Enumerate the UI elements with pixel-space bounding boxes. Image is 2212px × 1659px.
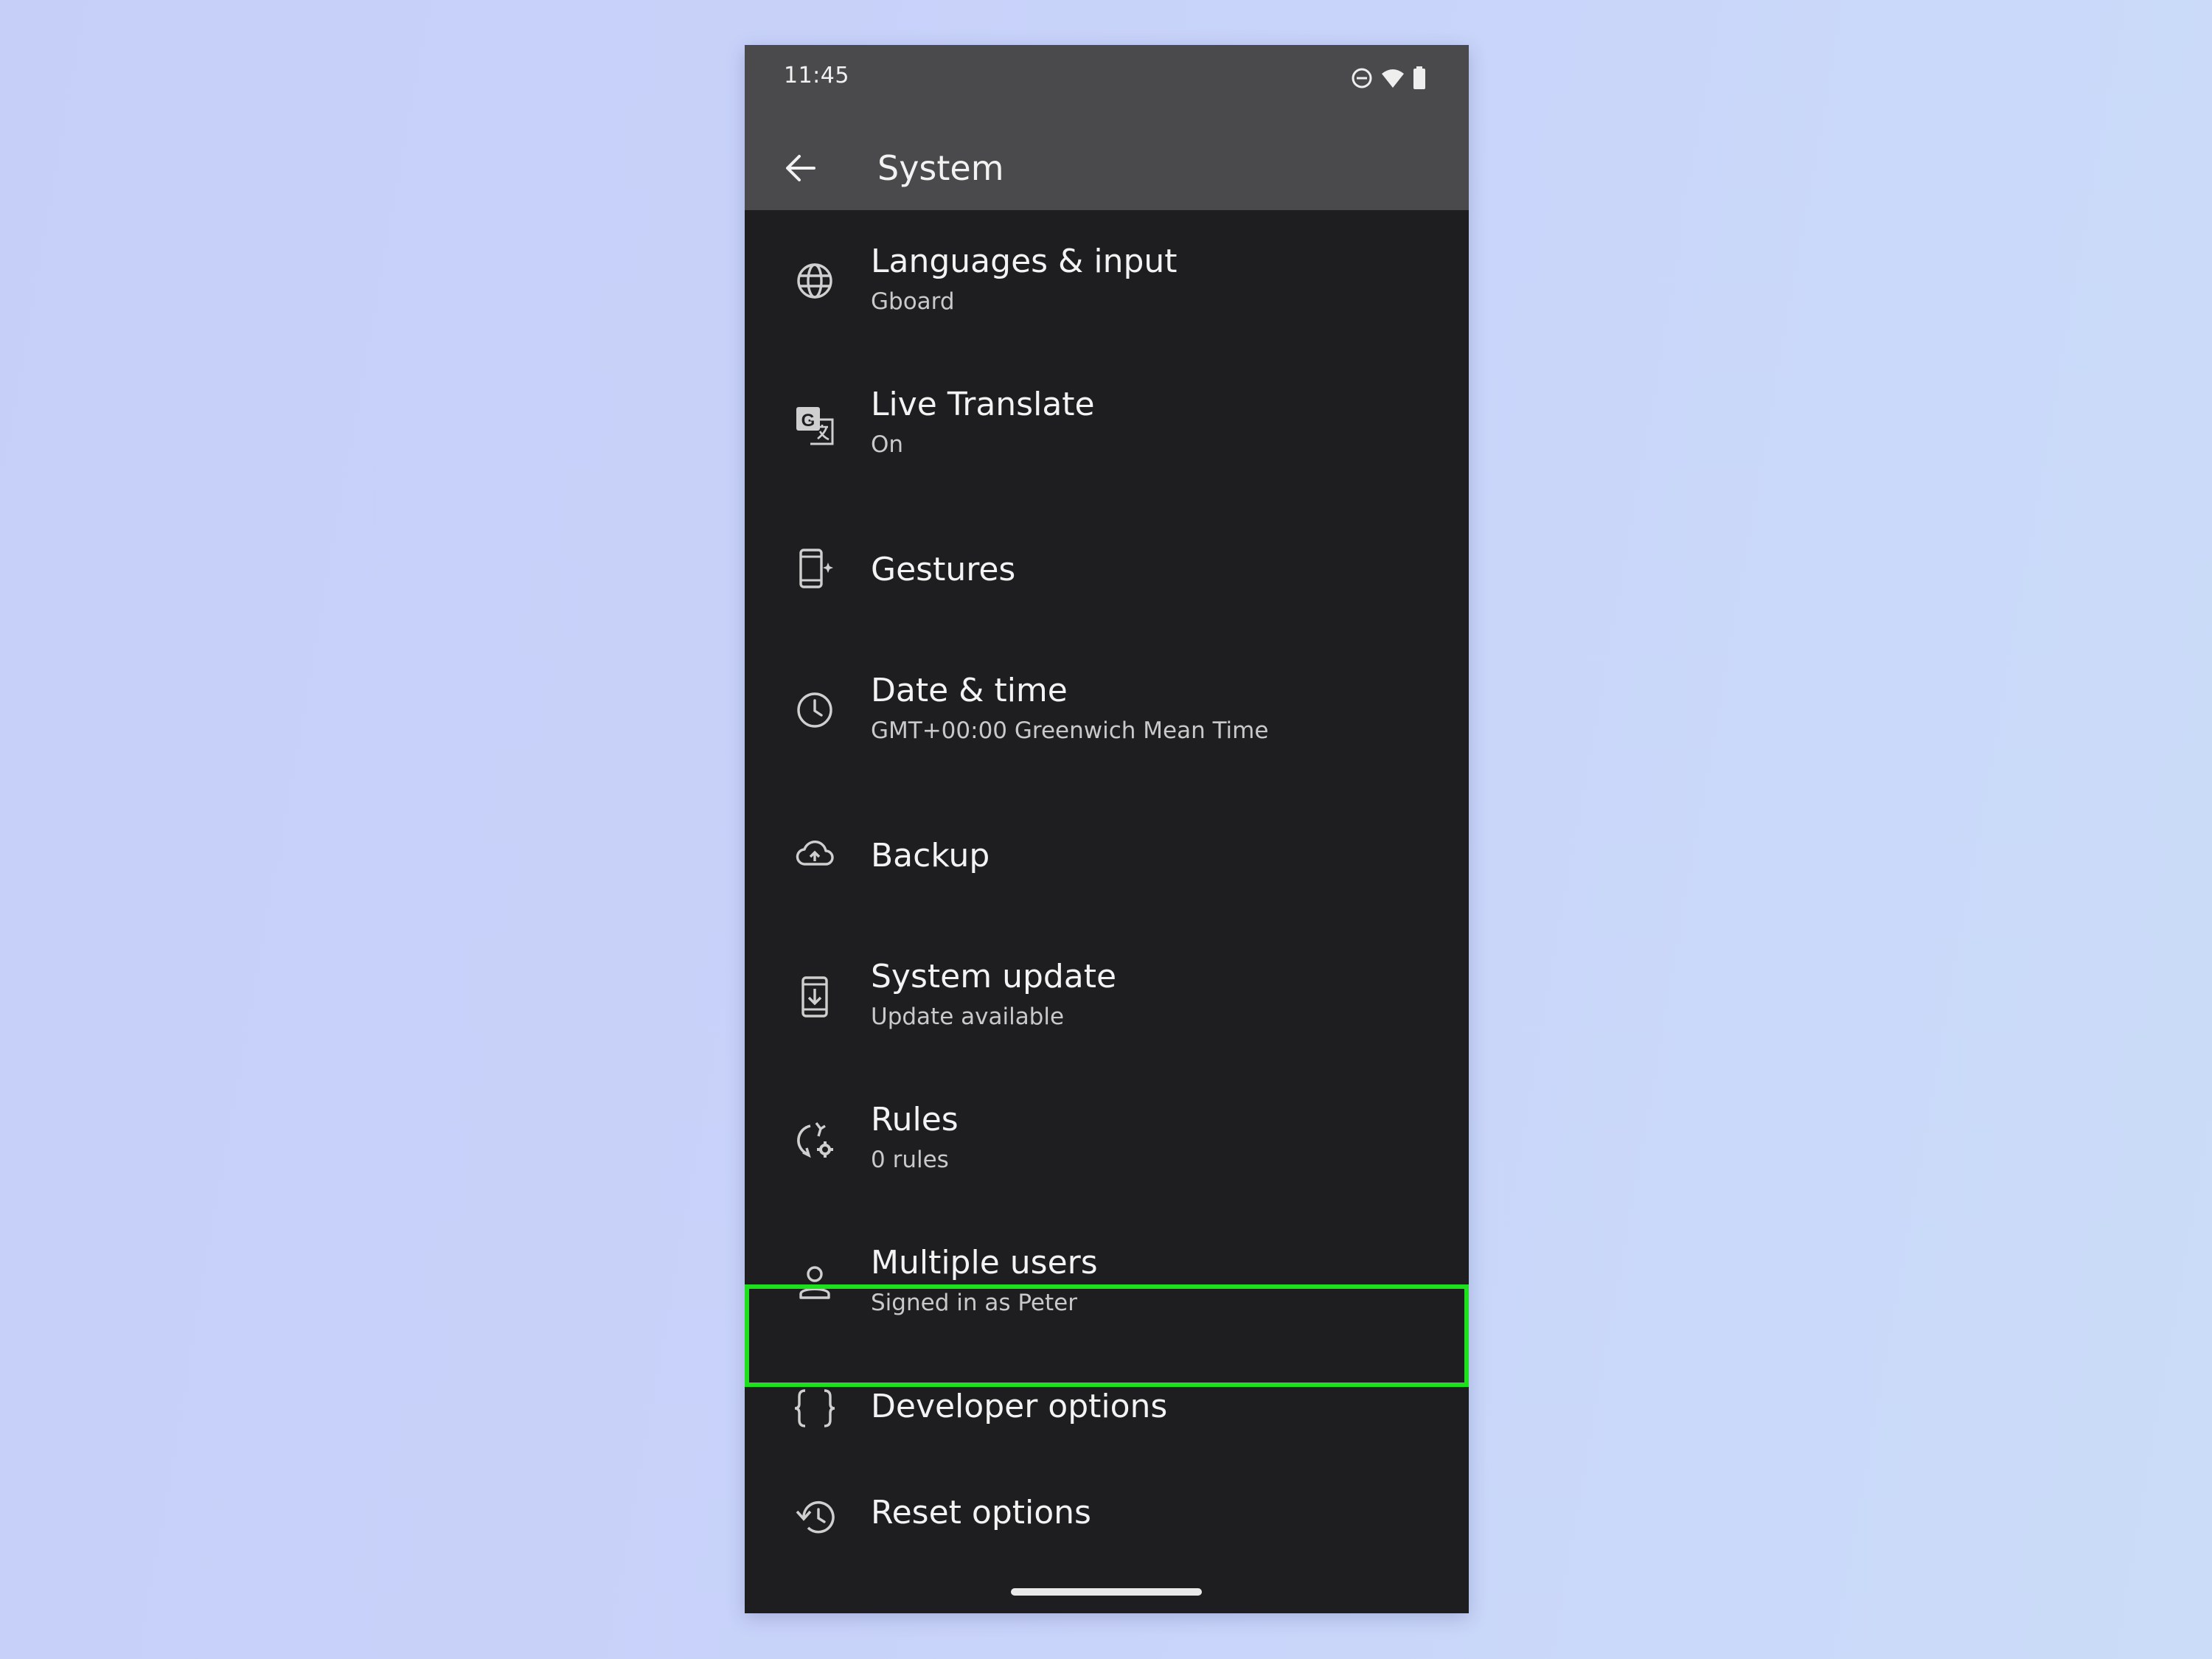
item-subtitle: 0 rules bbox=[871, 1147, 949, 1173]
item-subtitle: Update available bbox=[871, 1004, 1065, 1030]
status-time: 11:45 bbox=[784, 63, 849, 88]
settings-item-languages-input[interactable]: Languages & input Gboard bbox=[745, 210, 1469, 353]
cloud-upload-icon bbox=[776, 837, 854, 868]
item-title: Languages & input bbox=[871, 243, 1178, 280]
settings-item-date-time[interactable]: Date & time GMT+00:00 Greenwich Mean Tim… bbox=[745, 639, 1469, 782]
rules-icon bbox=[776, 1120, 854, 1161]
item-title: Reset options bbox=[871, 1494, 1091, 1531]
home-indicator[interactable] bbox=[1011, 1588, 1202, 1596]
settings-item-backup[interactable]: Backup bbox=[745, 782, 1469, 925]
do-not-disturb-icon bbox=[1352, 68, 1372, 88]
item-title: Backup bbox=[871, 837, 990, 874]
item-title: System update bbox=[871, 958, 1117, 995]
settings-item-rules[interactable]: Rules 0 rules bbox=[745, 1068, 1469, 1211]
gestures-phone-icon bbox=[776, 548, 854, 589]
globe-icon bbox=[776, 262, 854, 300]
phone-screen: 11:45 System Languages & input Gboard G … bbox=[745, 45, 1469, 1613]
code-braces-icon bbox=[776, 1388, 854, 1429]
item-title: Gestures bbox=[871, 551, 1016, 588]
system-update-icon bbox=[776, 975, 854, 1018]
history-icon bbox=[776, 1498, 854, 1537]
clock-icon bbox=[776, 691, 854, 729]
page-title: System bbox=[877, 148, 1004, 188]
item-subtitle: Gboard bbox=[871, 288, 955, 315]
back-button[interactable] bbox=[768, 136, 832, 200]
settings-item-gestures[interactable]: Gestures bbox=[745, 496, 1469, 639]
item-title: Multiple users bbox=[871, 1244, 1098, 1281]
arrow-back-icon bbox=[786, 155, 815, 181]
highlight-box bbox=[745, 1284, 1469, 1387]
settings-item-system-update[interactable]: System update Update available bbox=[745, 925, 1469, 1068]
item-title: Rules bbox=[871, 1101, 959, 1138]
settings-item-reset-options[interactable]: Reset options bbox=[745, 1461, 1469, 1572]
settings-item-live-translate[interactable]: G Live Translate On bbox=[745, 353, 1469, 496]
battery-icon bbox=[1413, 66, 1425, 89]
item-title: Developer options bbox=[871, 1388, 1168, 1425]
translate-icon: G bbox=[776, 405, 854, 446]
item-subtitle: On bbox=[871, 431, 904, 458]
status-icons bbox=[1351, 66, 1426, 91]
item-title: Date & time bbox=[871, 672, 1068, 709]
wifi-icon bbox=[1382, 69, 1404, 88]
item-subtitle: GMT+00:00 Greenwich Mean Time bbox=[871, 717, 1269, 744]
app-bar: 11:45 System bbox=[745, 45, 1469, 210]
item-title: Live Translate bbox=[871, 386, 1095, 423]
